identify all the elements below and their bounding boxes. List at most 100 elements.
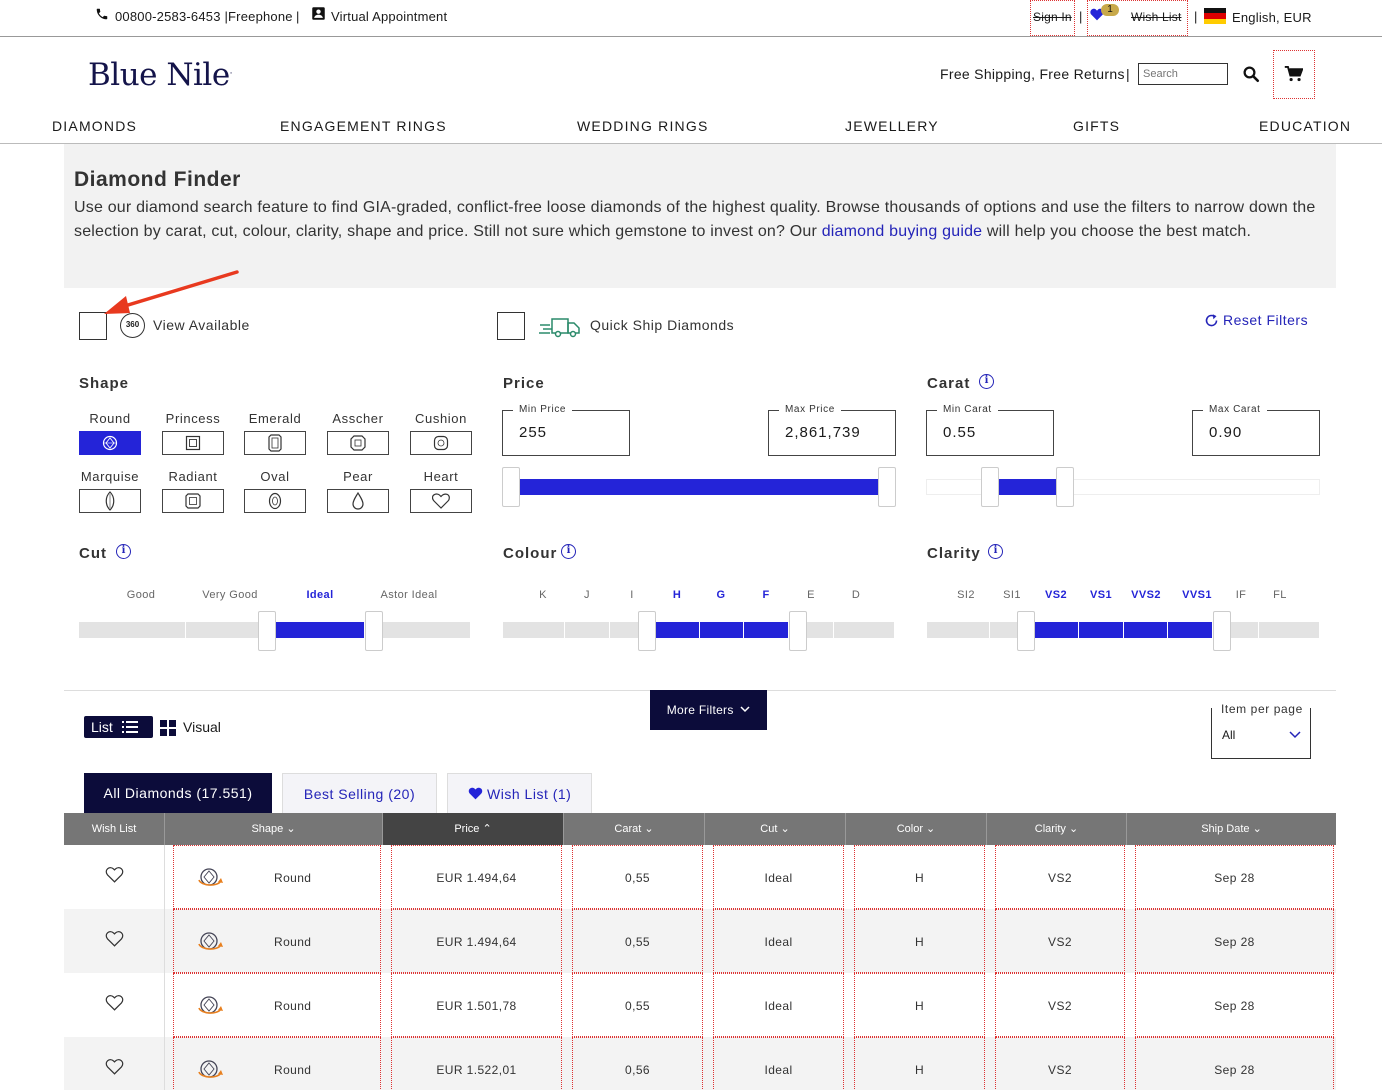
shape-cushion-button[interactable] <box>410 431 472 455</box>
grid-icon[interactable] <box>160 720 176 736</box>
colour-info-icon[interactable]: i <box>561 544 576 559</box>
utility-bar: 00800-2583-6453 |Freephone | Virtual App… <box>0 0 1382 37</box>
heart-shape-icon <box>432 493 450 509</box>
heart-outline-icon[interactable] <box>105 1058 124 1075</box>
column-wish-list: Wish List <box>64 813 165 845</box>
quick-ship-checkbox[interactable] <box>497 312 525 340</box>
cut-min-handle[interactable] <box>258 611 276 651</box>
column-ship-date[interactable]: Ship Date ⌄ <box>1127 813 1336 845</box>
phone-number[interactable]: 00800-2583-6453 |Freephone <box>115 9 293 24</box>
price-cell: EUR 1.494,64 <box>391 845 562 909</box>
table-row[interactable]: Round EUR 1.522,01 0,56 Ideal H VS2 Sep 28 <box>64 1037 1336 1090</box>
colour-max-handle[interactable] <box>789 611 807 651</box>
princess-shape-icon <box>185 435 201 451</box>
blue-nile-logo[interactable]: Blue Nile. <box>88 57 233 93</box>
table-row[interactable]: Round EUR 1.494,64 0,55 Ideal H VS2 Sep 28 <box>64 909 1336 973</box>
nav-diamonds[interactable]: DIAMONDS <box>52 118 137 134</box>
column-shape[interactable]: Shape ⌄ <box>165 813 383 845</box>
heart-outline-icon[interactable] <box>105 994 124 1011</box>
search-input[interactable] <box>1138 63 1228 85</box>
price-max-handle[interactable] <box>878 467 896 507</box>
intro-text: Use our diamond search feature to find G… <box>74 199 1316 240</box>
wish-list-link[interactable]: Wish List <box>1131 10 1181 24</box>
cut-info-icon[interactable]: i <box>116 544 131 559</box>
column-carat[interactable]: Carat ⌄ <box>564 813 705 845</box>
chevron-down-icon <box>1289 731 1301 739</box>
carat-info-icon[interactable]: i <box>979 374 994 389</box>
shape-emerald-button[interactable] <box>244 431 306 455</box>
cart-icon[interactable] <box>1284 66 1303 82</box>
nav-education[interactable]: EDUCATION <box>1259 118 1351 134</box>
tab-best-selling[interactable]: Best Selling (20) <box>282 773 437 814</box>
column-color[interactable]: Color ⌄ <box>846 813 987 845</box>
colour-min-handle[interactable] <box>638 611 656 651</box>
column-clarity[interactable]: Clarity ⌄ <box>987 813 1127 845</box>
tab-wish-list[interactable]: Wish List (1) <box>447 773 592 814</box>
list-icon <box>122 721 138 733</box>
truck-icon <box>539 318 580 338</box>
column-cut[interactable]: Cut ⌄ <box>705 813 846 845</box>
ship-cell: Sep 28 <box>1135 973 1334 1037</box>
annotation-arrow <box>104 270 239 314</box>
nav-engagement-rings[interactable]: ENGAGEMENT RINGS <box>280 118 447 134</box>
min-carat-field[interactable]: Min Carat 0.55 <box>926 404 1054 456</box>
diamond-finder-intro: Diamond Finder Use our diamond search fe… <box>64 144 1336 288</box>
tab-all-diamonds[interactable]: All Diamonds (17.551) <box>84 773 272 814</box>
clarity-max-handle[interactable] <box>1213 611 1231 651</box>
shape-princess-button[interactable] <box>162 431 224 455</box>
shape-heart-button[interactable] <box>410 489 472 513</box>
main-navigation: DIAMONDS ENGAGEMENT RINGS WEDDING RINGS … <box>0 113 1382 144</box>
reset-filters-button[interactable]: Reset Filters <box>1223 312 1308 328</box>
shape-marquise-button[interactable] <box>79 489 141 513</box>
heart-outline-icon[interactable] <box>105 866 124 883</box>
price-min-handle[interactable] <box>502 467 520 507</box>
carat-max-handle[interactable] <box>1056 467 1074 507</box>
carat-min-handle[interactable] <box>981 467 999 507</box>
column-price[interactable]: Price ⌃ <box>383 813 564 845</box>
cut-cell: Ideal <box>713 973 844 1037</box>
table-row[interactable]: Round EUR 1.501,78 0,55 Ideal H VS2 Sep 28 <box>64 973 1336 1037</box>
color-cell: H <box>854 909 985 973</box>
min-price-field[interactable]: Min Price 255 <box>502 404 630 456</box>
price-range-fill <box>520 479 878 495</box>
max-price-field[interactable]: Max Price 2,861,739 <box>768 404 896 456</box>
clarity-cell: VS2 <box>995 973 1125 1037</box>
items-per-page-select[interactable]: Item per page All <box>1211 702 1311 759</box>
quick-ship-label: Quick Ship Diamonds <box>590 317 735 333</box>
clarity-min-handle[interactable] <box>1017 611 1035 651</box>
wish-list-cell <box>64 1037 165 1090</box>
more-filters-button[interactable]: More Filters <box>650 690 767 730</box>
shape-asscher-button[interactable] <box>327 431 389 455</box>
diamond-buying-guide-link[interactable]: diamond buying guide <box>822 223 983 240</box>
shape-pear-button[interactable] <box>327 489 389 513</box>
round-diamond-icon <box>198 932 223 950</box>
carat-range-fill <box>999 479 1056 495</box>
search-icon[interactable] <box>1242 65 1260 83</box>
cut-title: Cut <box>79 545 107 562</box>
carat-cell: 0,55 <box>572 909 703 973</box>
nav-jewellery[interactable]: JEWELLERY <box>845 118 939 134</box>
results-table-header: Wish List Shape ⌄ Price ⌃ Carat ⌄ Cut ⌄ … <box>64 813 1336 845</box>
shape-oval-button[interactable] <box>244 489 306 513</box>
ship-cell: Sep 28 <box>1135 845 1334 909</box>
cut-max-handle[interactable] <box>365 611 383 651</box>
round-diamond-icon <box>198 1060 223 1078</box>
visual-view-button[interactable]: Visual <box>183 719 221 735</box>
shape-cell: Round <box>173 973 381 1037</box>
virtual-appointment-link[interactable]: Virtual Appointment <box>331 9 447 24</box>
nav-gifts[interactable]: GIFTS <box>1073 118 1120 134</box>
shape-radiant-button[interactable] <box>162 489 224 513</box>
shape-round-button[interactable] <box>79 431 141 455</box>
cut-cell: Ideal <box>713 845 844 909</box>
nav-wedding-rings[interactable]: WEDDING RINGS <box>577 118 709 134</box>
reset-icon[interactable] <box>1204 313 1219 328</box>
max-carat-field[interactable]: Max Carat 0.90 <box>1192 404 1320 456</box>
table-row[interactable]: Round EUR 1.494,64 0,55 Ideal H VS2 Sep 28 <box>64 845 1336 909</box>
locale-selector[interactable]: English, EUR <box>1232 10 1312 25</box>
clarity-info-icon[interactable]: i <box>988 544 1003 559</box>
wish-list-cell <box>64 909 165 973</box>
carat-cell: 0,56 <box>572 1037 703 1090</box>
heart-outline-icon[interactable] <box>105 930 124 947</box>
sign-in-link[interactable]: Sign In <box>1033 10 1072 24</box>
list-view-button[interactable]: List <box>84 716 153 738</box>
